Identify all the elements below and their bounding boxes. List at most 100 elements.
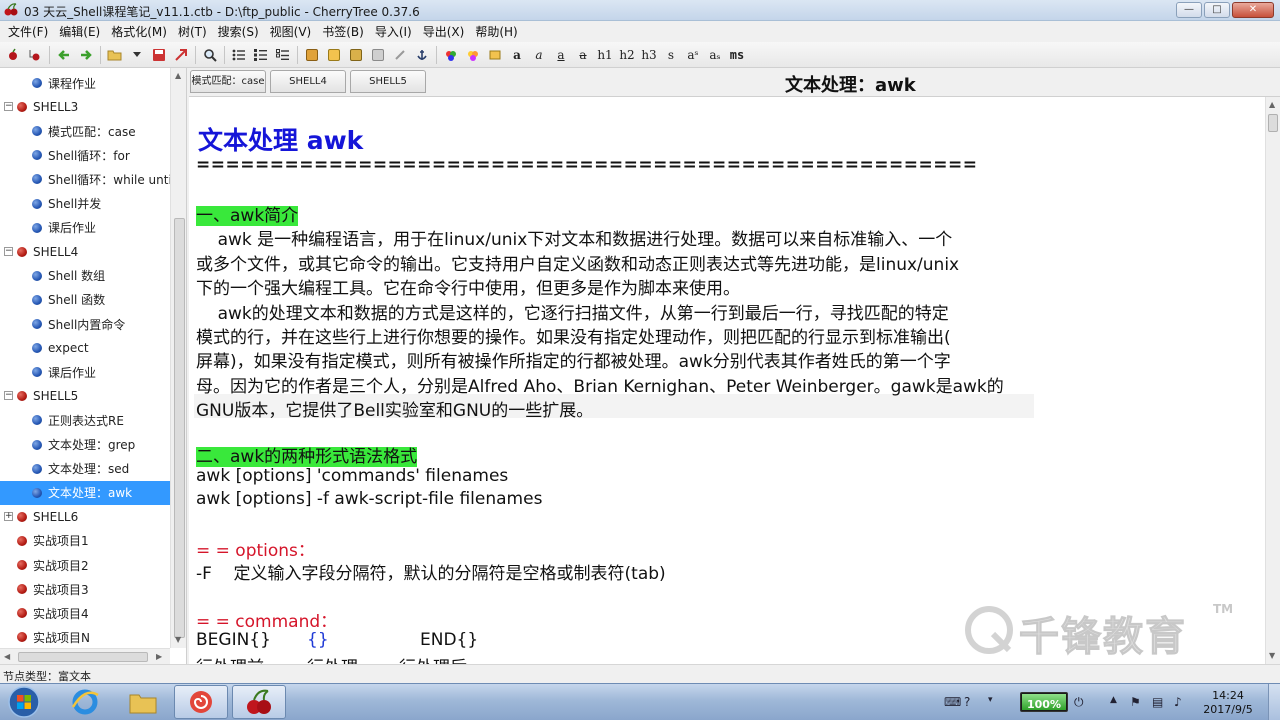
insert-codebox-icon[interactable] xyxy=(345,44,367,66)
editor-scroll-thumb[interactable] xyxy=(1268,114,1278,132)
cherrytree-task-icon[interactable] xyxy=(232,685,286,719)
tree-node[interactable]: 文本处理：grep xyxy=(0,433,170,457)
insert-image-icon[interactable] xyxy=(301,44,323,66)
file-explorer-icon[interactable] xyxy=(116,685,170,719)
open-folder-icon[interactable] xyxy=(104,44,126,66)
tree-vertical-scrollbar[interactable]: ▲ ▼ xyxy=(170,68,186,648)
tab-shell5[interactable]: SHELL5 xyxy=(350,70,426,93)
battery-indicator[interactable]: 100% xyxy=(1020,692,1068,712)
forward-arrow-icon[interactable] xyxy=(75,44,97,66)
italic-button[interactable]: a xyxy=(528,44,550,66)
dropdown-arrow-icon[interactable] xyxy=(126,44,148,66)
menu-format[interactable]: 格式化(M) xyxy=(107,23,174,40)
editor-vertical-scrollbar[interactable]: ▲ ▼ xyxy=(1265,97,1280,664)
tree-node[interactable]: 课程作业 xyxy=(0,71,170,95)
h3-button[interactable]: h3 xyxy=(638,44,660,66)
tree-node[interactable]: 课后作业 xyxy=(0,360,170,384)
show-hidden-icons-icon[interactable]: ▲ xyxy=(1110,695,1117,705)
tree-node[interactable]: 实战项目N xyxy=(0,625,170,649)
insert-link-icon[interactable] xyxy=(389,44,411,66)
tab-case[interactable]: 模式匹配：case xyxy=(190,70,266,93)
taskbar-clock[interactable]: 14:24 2017/9/5 xyxy=(1198,689,1258,717)
action-center-icon[interactable]: ⚑ xyxy=(1130,695,1141,709)
search-icon[interactable] xyxy=(199,44,221,66)
menu-edit[interactable]: 编辑(E) xyxy=(55,23,107,40)
help-icon[interactable]: ? xyxy=(964,695,970,709)
add-subnode-icon[interactable] xyxy=(24,44,46,66)
collapse-icon[interactable]: − xyxy=(4,391,13,401)
node-tree[interactable]: 课程作业 − SHELL3 模式匹配：case Shell循环：for Shell循环：w… xyxy=(0,68,187,664)
underline-button[interactable]: a xyxy=(550,44,572,66)
clear-format-icon[interactable] xyxy=(484,44,506,66)
tree-node[interactable]: Shell并发 xyxy=(0,192,170,216)
todo-list-icon[interactable] xyxy=(272,44,294,66)
tree-horizontal-scrollbar[interactable]: ◀ ▶ xyxy=(0,648,170,664)
scroll-down-arrow-icon[interactable]: ▼ xyxy=(1269,651,1275,660)
subscript-button[interactable]: aₛ xyxy=(704,44,726,66)
menu-import[interactable]: 导入(I) xyxy=(371,23,419,40)
bulleted-list-icon[interactable] xyxy=(228,44,250,66)
menu-bookmarks[interactable]: 书签(B) xyxy=(318,23,371,40)
network-icon[interactable]: ▤ xyxy=(1152,695,1163,709)
show-desktop-button[interactable] xyxy=(1268,684,1280,720)
tree-node[interactable]: + SHELL6 xyxy=(0,505,170,529)
monospace-button[interactable]: ms xyxy=(726,44,748,66)
tree-node[interactable]: Shell循环：while until xyxy=(0,167,175,191)
h1-button[interactable]: h1 xyxy=(594,44,616,66)
collapse-icon[interactable]: − xyxy=(4,246,13,256)
add-node-icon[interactable] xyxy=(2,44,24,66)
tree-node[interactable]: − SHELL4 xyxy=(0,240,170,264)
tree-node[interactable]: 文本处理：awk xyxy=(0,480,170,505)
menu-search[interactable]: 搜索(S) xyxy=(214,23,266,40)
scroll-left-arrow-icon[interactable]: ◀ xyxy=(4,652,10,661)
tree-node[interactable]: expect xyxy=(0,336,170,360)
tree-node[interactable]: − SHELL3 xyxy=(0,95,170,119)
menu-help[interactable]: 帮助(H) xyxy=(471,23,524,40)
tree-node[interactable]: Shell内置命令 xyxy=(0,312,170,336)
menu-export[interactable]: 导出(X) xyxy=(419,23,472,40)
scroll-up-arrow-icon[interactable]: ▲ xyxy=(1269,100,1275,109)
tree-node[interactable]: − SHELL5 xyxy=(0,384,170,408)
start-button-icon[interactable] xyxy=(4,685,44,719)
maximize-button[interactable]: □ xyxy=(1204,2,1230,18)
insert-file-icon[interactable] xyxy=(367,44,389,66)
snail-app-icon[interactable] xyxy=(174,685,228,719)
superscript-button[interactable]: aˢ xyxy=(682,44,704,66)
menu-tree[interactable]: 树(T) xyxy=(174,23,214,40)
insert-anchor-icon[interactable] xyxy=(411,44,433,66)
tree-hscroll-thumb[interactable] xyxy=(18,652,148,662)
tree-node[interactable]: Shell循环：for xyxy=(0,143,170,167)
numbered-list-icon[interactable] xyxy=(250,44,272,66)
export-icon[interactable] xyxy=(170,44,192,66)
scroll-down-arrow-icon[interactable]: ▼ xyxy=(175,635,181,644)
menu-file[interactable]: 文件(F) xyxy=(4,23,55,40)
tree-node[interactable]: 实战项目3 xyxy=(0,577,170,601)
h2-button[interactable]: h2 xyxy=(616,44,638,66)
tree-node[interactable]: 实战项目2 xyxy=(0,553,170,577)
tree-node[interactable]: Shell 数组 xyxy=(0,264,170,288)
minimize-button[interactable]: — xyxy=(1176,2,1202,18)
collapse-icon[interactable]: − xyxy=(4,102,13,112)
tree-scroll-thumb[interactable] xyxy=(174,218,185,638)
save-icon[interactable] xyxy=(148,44,170,66)
tree-node[interactable]: 正则表达式RE xyxy=(0,408,170,432)
menu-view[interactable]: 视图(V) xyxy=(266,23,319,40)
strikethrough-button[interactable]: a xyxy=(572,44,594,66)
text-color-icon[interactable] xyxy=(440,44,462,66)
expand-icon[interactable]: + xyxy=(4,511,13,521)
background-color-icon[interactable] xyxy=(462,44,484,66)
insert-table-icon[interactable] xyxy=(323,44,345,66)
tree-node[interactable]: 实战项目4 xyxy=(0,601,170,625)
close-button[interactable]: ✕ xyxy=(1232,2,1274,18)
tray-dropdown-icon[interactable]: ▾ xyxy=(988,695,993,705)
tree-node[interactable]: 实战项目1 xyxy=(0,529,170,553)
tree-node[interactable]: 课后作业 xyxy=(0,216,170,240)
small-button[interactable]: s xyxy=(660,44,682,66)
volume-icon[interactable]: ♪ xyxy=(1174,695,1182,709)
internet-explorer-icon[interactable] xyxy=(58,685,112,719)
scroll-right-arrow-icon[interactable]: ▶ xyxy=(156,652,162,661)
tree-node[interactable]: 模式匹配：case xyxy=(0,119,170,143)
keyboard-icon[interactable]: ⌨ xyxy=(944,695,961,709)
tab-shell4[interactable]: SHELL4 xyxy=(270,70,346,93)
tree-node[interactable]: Shell 函数 xyxy=(0,288,170,312)
